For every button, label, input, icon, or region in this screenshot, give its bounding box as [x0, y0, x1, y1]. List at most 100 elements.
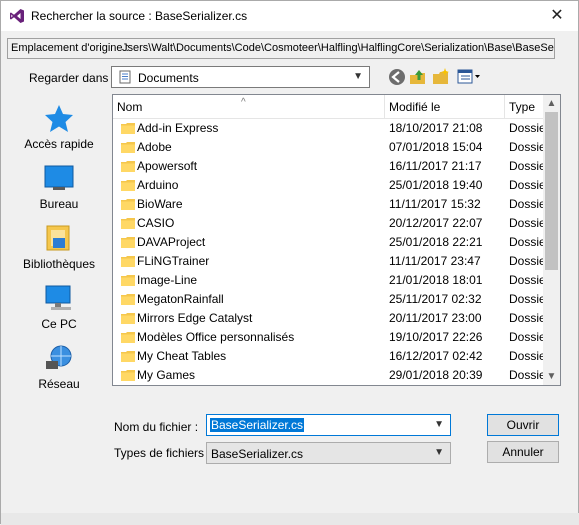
look-in-value: Documents	[138, 71, 199, 85]
places-bar: Accès rapide Bureau Bibliothèques Ce PC …	[11, 93, 107, 393]
scroll-thumb[interactable]	[545, 112, 558, 270]
file-name: Image-Line	[137, 273, 198, 287]
window-title: Rechercher la source : BaseSerializer.cs	[31, 9, 248, 23]
file-name: MegatonRainfall	[137, 292, 224, 306]
close-button[interactable]: ✕	[542, 4, 572, 28]
list-item[interactable]: Apowersoft 16/11/2017 21:17 Dossie	[113, 157, 546, 176]
list-item[interactable]: Image-Line 21/01/2018 18:01 Dossie	[113, 271, 546, 290]
place-label: Bureau	[39, 197, 79, 211]
folder-icon	[121, 142, 135, 153]
open-button[interactable]: Ouvrir	[487, 414, 559, 436]
file-type: Dossie	[509, 121, 546, 135]
list-item[interactable]: Arduino 25/01/2018 19:40 Dossie	[113, 176, 546, 195]
file-name: Arduino	[137, 178, 179, 192]
vertical-scrollbar[interactable]: ▲ ▼	[543, 95, 560, 385]
folder-icon	[121, 218, 135, 229]
file-type: Dossie	[509, 178, 546, 192]
file-name: CASIO	[137, 216, 175, 230]
network-icon	[46, 345, 72, 369]
place-this-pc[interactable]: Ce PC	[11, 283, 107, 331]
file-type: Dossie	[509, 273, 546, 287]
file-type: Dossie	[509, 235, 546, 249]
file-name: My Cheat Tables	[137, 349, 227, 363]
list-item[interactable]: Mirrors Edge Catalyst 20/11/2017 23:00 Dos…	[113, 309, 546, 328]
background-strip	[1, 513, 579, 525]
chevron-down-icon[interactable]: ▼	[434, 419, 444, 430]
list-item[interactable]: My Cheat Tables 16/12/2017 02:42 Dossie	[113, 347, 546, 366]
title-bar: Rechercher la source : BaseSerializer.cs…	[1, 1, 578, 31]
computer-icon	[45, 285, 71, 310]
file-name-combobox[interactable]: BaseSerializer.cs ▼	[206, 414, 451, 436]
cancel-button[interactable]: Annuler	[487, 441, 559, 463]
chevron-down-icon: ▼	[353, 71, 363, 82]
place-desktop[interactable]: Bureau	[11, 163, 107, 211]
list-item[interactable]: DAVAProject 25/01/2018 22:21 Dossie	[113, 233, 546, 252]
list-item[interactable]: Adobe 07/01/2018 15:04 Dossie	[113, 138, 546, 157]
sort-ascending-icon: ^	[241, 97, 246, 108]
folder-icon	[121, 161, 135, 172]
folder-icon	[121, 370, 135, 381]
folder-icon	[121, 294, 135, 305]
file-type: Dossie	[509, 330, 546, 344]
file-name-label: Nom du fichier :	[114, 420, 199, 434]
star-icon	[45, 105, 73, 132]
file-type: Dossie	[509, 216, 546, 230]
scroll-up-arrow-icon[interactable]: ▲	[543, 95, 560, 112]
file-name-input[interactable]: BaseSerializer.cs	[210, 418, 305, 432]
look-in-label: Regarder dans :	[29, 71, 116, 85]
list-item[interactable]: Add-in Express 18/10/2017 21:08 Dossie	[113, 119, 546, 138]
place-label: Accès rapide	[24, 137, 94, 151]
list-item[interactable]: FLiNGTrainer 11/11/2017 23:47 Dossie	[113, 252, 546, 271]
file-name: DAVAProject	[137, 235, 206, 249]
file-type: Dossie	[509, 292, 546, 306]
file-name: FLiNGTrainer	[137, 254, 210, 268]
file-name: Add-in Express	[137, 121, 219, 135]
folder-icon	[121, 256, 135, 267]
file-type: Dossie	[509, 368, 546, 382]
file-name: Mirrors Edge Catalyst	[137, 311, 253, 325]
open-file-dialog: Rechercher la source : BaseSerializer.cs…	[0, 0, 579, 525]
list-item[interactable]: CASIO 20/12/2017 22:07 Dossie	[113, 214, 546, 233]
column-header-modified[interactable]: Modifié le	[385, 95, 505, 119]
column-header-name[interactable]: Nom ^	[113, 95, 385, 119]
file-type: Dossie	[509, 140, 546, 154]
folder-icon	[121, 313, 135, 324]
file-date: 11/11/2017 15:32	[389, 197, 481, 211]
file-name: Apowersoft	[137, 159, 198, 173]
folder-icon	[121, 275, 135, 286]
documents-icon	[119, 70, 131, 84]
file-name: My Games	[137, 368, 196, 382]
new-folder-icon[interactable]	[431, 67, 451, 87]
desktop-icon	[44, 165, 74, 190]
place-network[interactable]: Réseau	[11, 343, 107, 391]
back-icon[interactable]	[387, 67, 407, 87]
place-label: Réseau	[38, 377, 80, 391]
scroll-down-arrow-icon[interactable]: ▼	[543, 368, 560, 385]
place-label: Ce PC	[41, 317, 77, 331]
file-type: Dossie	[509, 311, 546, 325]
list-item[interactable]: BioWare 11/11/2017 15:32 Dossie	[113, 195, 546, 214]
file-date: 16/11/2017 21:17	[389, 159, 482, 173]
up-folder-icon[interactable]	[408, 67, 428, 87]
file-list[interactable]: Nom ^ Modifié le Type Add-in Express 18/1…	[112, 94, 561, 386]
list-item[interactable]: MegatonRainfall 25/11/2017 02:32 Dossie	[113, 290, 546, 309]
file-rows: Add-in Express 18/10/2017 21:08 Dossie Adob…	[113, 119, 546, 385]
view-menu-icon[interactable]	[456, 67, 482, 87]
file-date: 25/01/2018 22:21	[389, 235, 483, 249]
origin-location: Emplacement d'origine : Jsers\Walt\Docum…	[7, 38, 555, 59]
folder-icon	[121, 123, 135, 134]
file-list-header: Nom ^ Modifié le Type	[113, 95, 545, 119]
place-label: Bibliothèques	[22, 257, 96, 271]
file-type-select[interactable]: BaseSerializer.cs ▼	[206, 442, 451, 464]
file-name: BioWare	[137, 197, 183, 211]
origin-label: Emplacement d'origine :	[11, 42, 129, 54]
list-item[interactable]: My Games 29/01/2018 20:39 Dossie	[113, 366, 546, 385]
look-in-dropdown[interactable]: Documents ▼	[111, 66, 370, 88]
visual-studio-icon	[10, 9, 24, 23]
file-date: 20/12/2017 22:07	[389, 216, 483, 230]
file-type: Dossie	[509, 349, 546, 363]
list-item[interactable]: Modèles Office personnalisés 19/10/2017 2…	[113, 328, 546, 347]
place-libraries[interactable]: Bibliothèques	[11, 223, 107, 271]
folder-icon	[121, 351, 135, 362]
place-quick-access[interactable]: Accès rapide	[11, 103, 107, 151]
